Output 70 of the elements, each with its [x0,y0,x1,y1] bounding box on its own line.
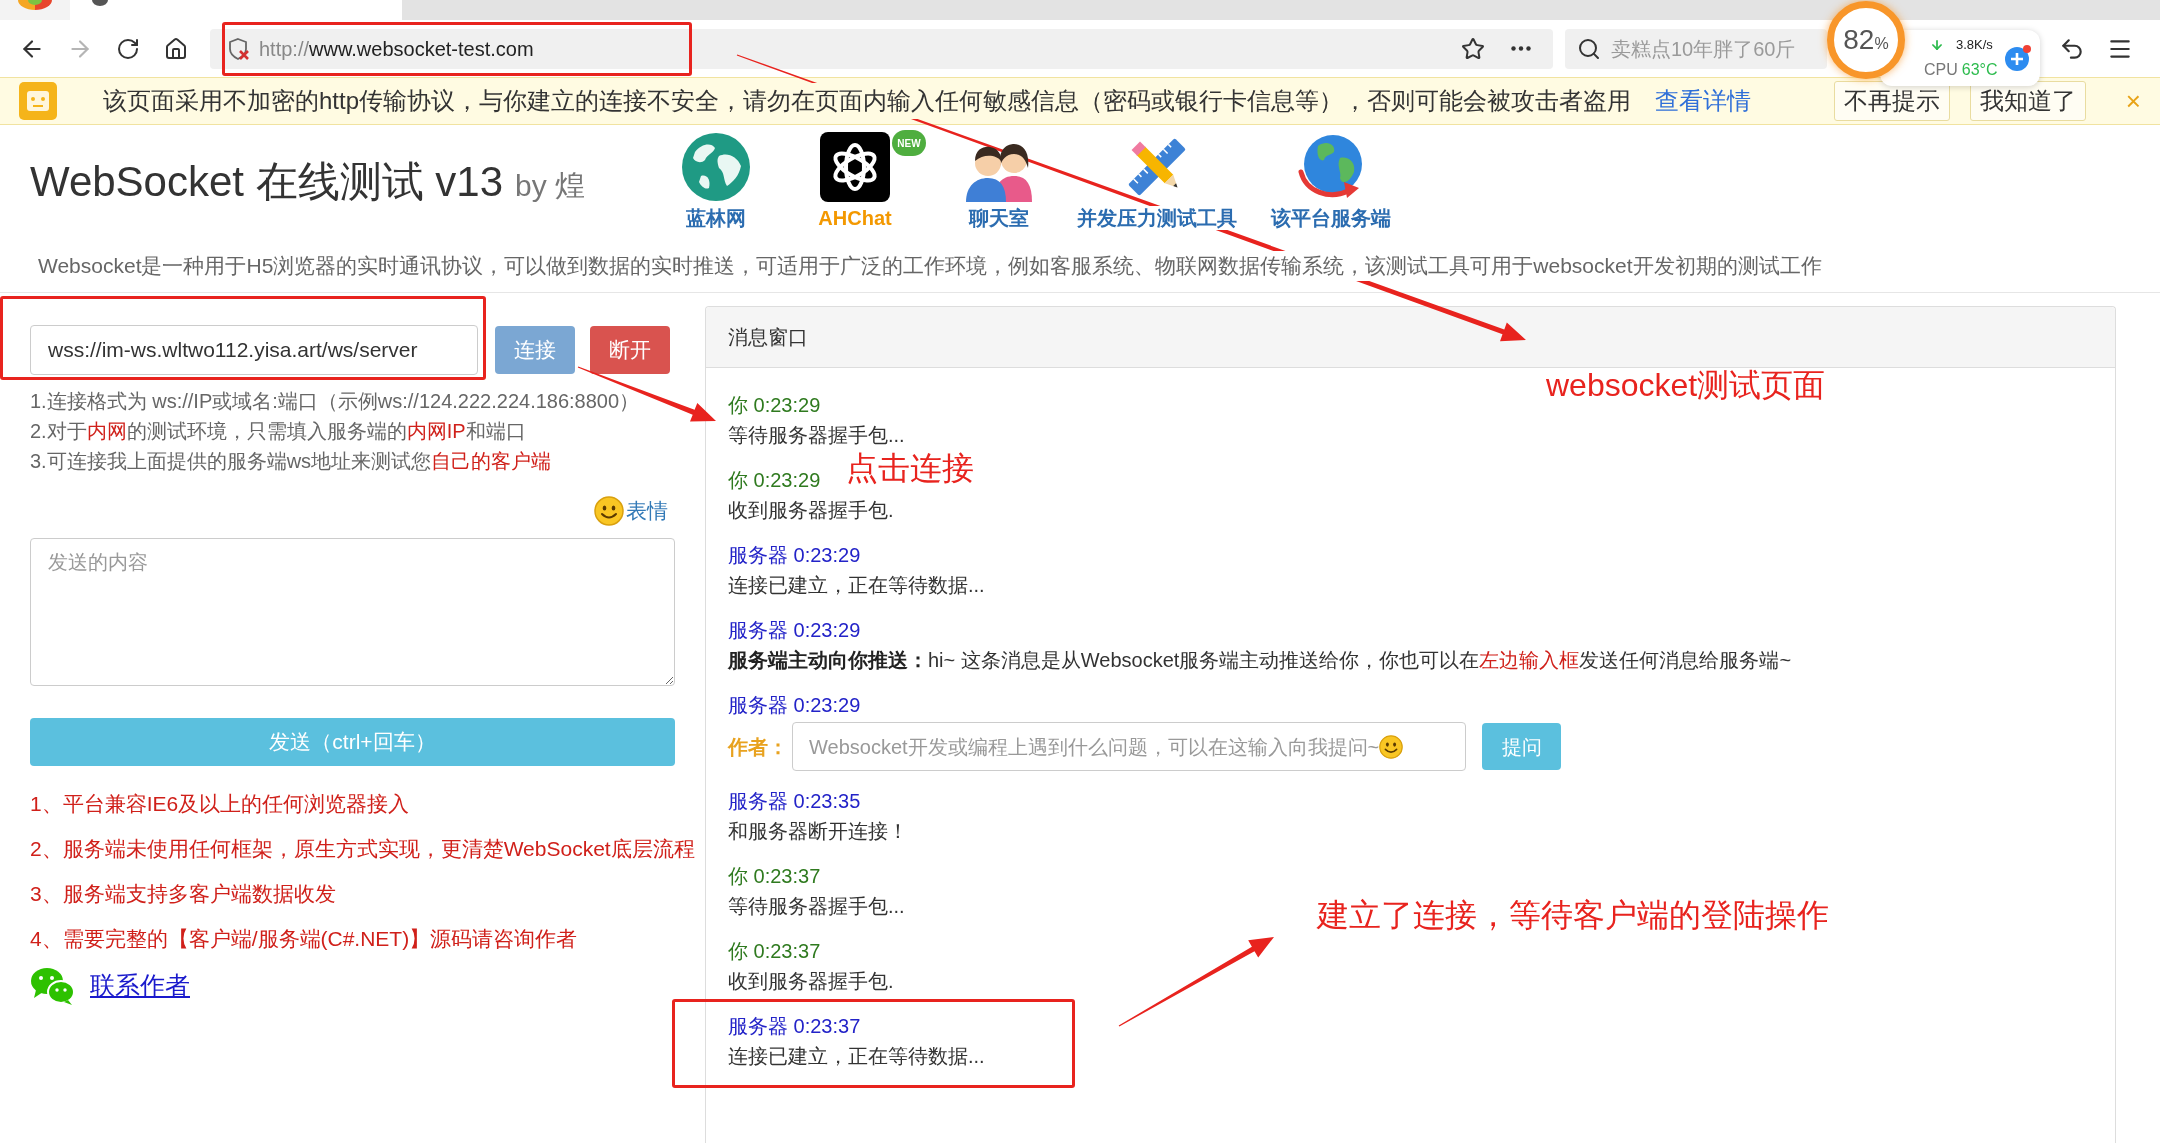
smiley-icon [1379,734,1404,759]
nav-link[interactable]: 蓝林网 [681,132,751,230]
address-bar[interactable]: http://www.websocket-test.com [210,28,1553,69]
home-icon [164,36,188,61]
message-text: 收到服务器握手包. [728,498,894,523]
star-icon [1461,36,1485,61]
connection-hint: 3.可连接我上面提供的服务端ws地址来测试您自己的客户端 [30,449,552,474]
message-text: 连接已建立，正在等待数据... [728,573,985,598]
message-text: 等待服务器握手包... [728,894,905,919]
message-window-title: 消息窗口 [728,325,808,350]
nav-link[interactable]: 并发压力测试工具 [1077,132,1237,230]
message-sender-time: 你 0:23:29 [728,468,821,493]
search-icon [1577,36,1601,61]
shield-x-icon [228,36,250,61]
security-warning-text: 该页面采用不加密的http传输协议，与你建立的连接不安全，请勿在页面内输入任何敏感信息（密码或银行卡信息等），否则可能会被攻击者盗用 [103,83,1632,119]
question-field[interactable]: Websocket开发或编程上遇到什么问题，可以在这输入向我提问~ [792,722,1466,771]
globe-icon [681,132,751,202]
feature-note: 2、服务端未使用任何框架，原生方式实现，更清楚WebSocket底层流程 [30,836,695,862]
message-input[interactable]: 发送的内容 [30,538,675,686]
never-remind-button[interactable]: 不再提示 [1833,81,1950,121]
feature-note: 3、服务端支持多客户端数据收发 [30,881,336,907]
disconnect-button[interactable]: 断开 [590,326,670,374]
author-label: 作者： [728,734,788,760]
message-text: 收到服务器握手包. [728,969,894,994]
app-logo-icon [18,0,52,10]
emoji-link[interactable]: 表情 [594,496,668,526]
cpu-temperature: 63°C [1961,60,1998,80]
network-speed: 3.8K/s [1956,36,1993,55]
atom-icon [820,132,890,202]
message-text: 和服务器断开连接！ [728,819,908,844]
site-description: Websocket是一种用于H5浏览器的实时通讯协议，可以做到数据的实时推送，可适用于广泛的工作环境，例如客服系统、物联网数据传输系统，该测试工具可用于websocket开发初期的测试工作 [38,251,1822,281]
nav-link[interactable]: NEW AHChat [782,132,928,230]
feature-note: 4、需要完整的【客户端/服务端(C#.NET)】源码请咨询作者 [30,926,578,952]
message-sender-time: 你 0:23:29 [728,393,821,418]
contact-author-link[interactable]: 联系作者 [90,967,190,1005]
annotation-label: 建立了连接，等待客户端的登陆操作 [1317,898,1829,932]
annotation-label: 点击连接 [846,451,974,485]
connection-hint: 1.连接格式为 ws://IP或域名:端口（示例ws://124.222.224.186:8800） [30,389,640,414]
message-sender-time: 服务器 0:23:29 [728,693,861,718]
message-sender-time: 服务器 0:23:29 [728,618,861,643]
message-text: 连接已建立，正在等待数据... [728,1044,985,1069]
nav-link[interactable]: 该平台服务端 [1271,132,1391,230]
feature-note: 1、平台兼容IE6及以上的任何浏览器接入 [30,791,410,817]
nav-link[interactable]: 聊天室 [964,132,1034,230]
message-text: 服务端主动向你推送：hi~ 这条消息是从Websocket服务端主动推送给你，你也可以在左边输入框发送任何消息给服务端~ [728,648,1792,673]
search-field[interactable]: 卖糕点10年胖了60斤 [1565,28,1827,69]
more-dots-icon [1511,46,1531,51]
new-badge: NEW [892,130,926,156]
face-icon [19,82,57,120]
connection-hint: 2.对于内网的测试环境，只需填入服务端的内网IP和端口 [30,419,526,444]
message-sender-time: 你 0:23:37 [728,939,821,964]
acknowledge-button[interactable]: 我知道了 [1969,81,2086,121]
cpu-label: CPU [1924,60,1958,80]
url-text: http://www.websocket-test.com [259,36,534,62]
message-sender-time: 你 0:23:37 [728,864,821,889]
author-byline: by 煌 [515,168,586,204]
message-sender-time: 服务器 0:23:35 [728,789,861,814]
chat-bubbles-icon [30,966,76,1006]
reload-icon [116,36,140,61]
message-sender-time: 服务器 0:23:37 [728,1014,861,1039]
page-title: WebSocket 在线测试 v13 [30,157,504,207]
details-link[interactable]: 查看详情 [1655,83,1752,119]
favicon-icon [92,0,108,6]
download-arrow-icon [1930,38,1944,52]
message-text: 等待服务器握手包... [728,423,905,448]
annotation-label: websocket测试页面 [1546,368,1826,402]
smiley-icon [594,496,624,526]
server-url-field[interactable]: wss://im-ws.wltwo112.yisa.art/ws/server [30,325,478,375]
message-sender-time: 服务器 0:23:29 [728,543,861,568]
plus-icon [2004,44,2032,72]
